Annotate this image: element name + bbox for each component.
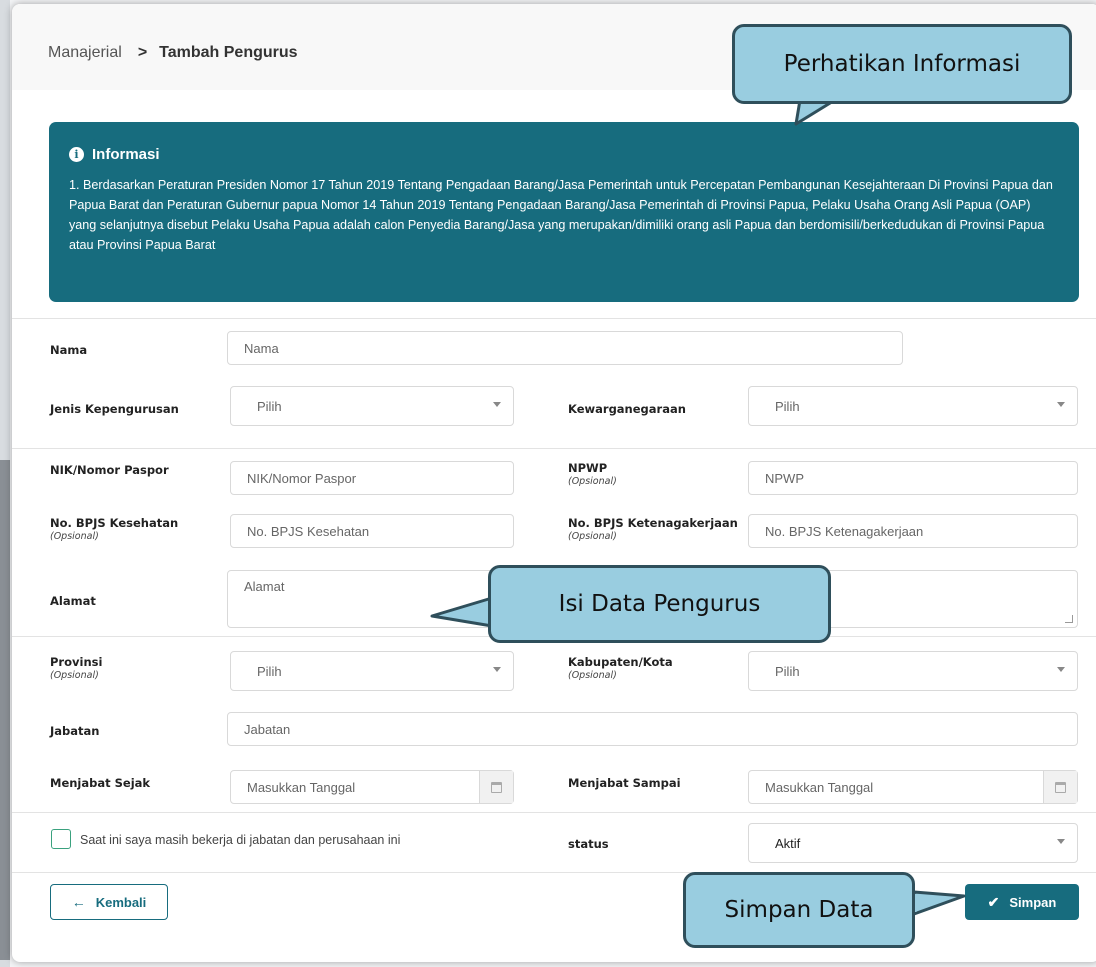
bpjs-tk-label: No. BPJS Ketenagakerjaan (Opsional) bbox=[568, 516, 738, 542]
row-menjabat: Menjabat Sejak Masukkan Tanggal Menjabat… bbox=[12, 756, 1096, 812]
row-provinsi: Provinsi (Opsional) Pilih Kabupaten/Kota… bbox=[12, 636, 1096, 702]
callout-data: Isi Data Pengurus bbox=[488, 565, 831, 643]
npwp-label-text: NPWP bbox=[568, 461, 608, 475]
info-title: Informasi bbox=[92, 146, 160, 163]
sejak-input[interactable]: Masukkan Tanggal bbox=[230, 770, 514, 804]
sidebar-edge-shade bbox=[0, 460, 10, 960]
breadcrumb-parent[interactable]: Manajerial bbox=[48, 44, 122, 62]
kewarganegaraan-select[interactable]: Pilih bbox=[748, 386, 1078, 426]
back-button[interactable]: ← Kembali bbox=[50, 884, 168, 920]
masih-bekerja-checkbox[interactable] bbox=[51, 829, 71, 849]
nama-input[interactable]: Nama bbox=[227, 331, 903, 365]
calendar-icon[interactable] bbox=[1043, 771, 1077, 803]
info-icon: i bbox=[69, 147, 84, 162]
row-jenis: Jenis Kepengurusan Pilih Kewarganegaraan… bbox=[12, 376, 1096, 448]
sejak-placeholder: Masukkan Tanggal bbox=[247, 779, 356, 795]
kabupaten-label-text: Kabupaten/Kota bbox=[568, 655, 673, 669]
jabatan-label: Jabatan bbox=[50, 724, 100, 738]
breadcrumb-separator: > bbox=[137, 44, 148, 61]
provinsi-select[interactable]: Pilih bbox=[230, 651, 514, 691]
kabupaten-label: Kabupaten/Kota (Opsional) bbox=[568, 655, 673, 681]
status-select[interactable]: Aktif bbox=[748, 823, 1078, 863]
calendar-icon[interactable] bbox=[479, 771, 513, 803]
bpjs-tk-optional: (Opsional) bbox=[568, 531, 617, 542]
info-text: 1. Berdasarkan Peraturan Presiden Nomor … bbox=[69, 178, 1053, 252]
bpjs-kes-optional: (Opsional) bbox=[50, 531, 99, 542]
resize-handle[interactable] bbox=[1065, 615, 1073, 623]
sampai-placeholder: Masukkan Tanggal bbox=[765, 779, 874, 795]
nik-label: NIK/Nomor Paspor bbox=[50, 463, 169, 477]
callout-save: Simpan Data bbox=[683, 872, 915, 948]
breadcrumb: Manajerial > Tambah Pengurus bbox=[48, 44, 298, 62]
bpjs-kes-input[interactable]: No. BPJS Kesehatan bbox=[230, 514, 514, 548]
alamat-placeholder: Alamat bbox=[244, 579, 285, 594]
nama-label: Nama bbox=[50, 343, 88, 357]
row-jabatan: Jabatan Jabatan bbox=[12, 702, 1096, 756]
row-bpjs: No. BPJS Kesehatan (Opsional) No. BPJS K… bbox=[12, 504, 1096, 560]
status-label: status bbox=[568, 837, 609, 851]
sidebar-edge bbox=[0, 0, 10, 967]
sejak-label: Menjabat Sejak bbox=[50, 776, 151, 790]
callout-save-tail bbox=[911, 890, 966, 916]
bpjs-kes-label: No. BPJS Kesehatan (Opsional) bbox=[50, 516, 178, 542]
npwp-label: NPWP (Opsional) bbox=[568, 461, 617, 487]
provinsi-optional: (Opsional) bbox=[50, 670, 99, 681]
save-label: Simpan bbox=[1009, 894, 1057, 910]
row-nik: NIK/Nomor Paspor NIK/Nomor Paspor NPWP (… bbox=[12, 448, 1096, 504]
back-label: Kembali bbox=[95, 894, 147, 910]
info-panel: i Informasi 1. Berdasarkan Peraturan Pre… bbox=[49, 122, 1079, 302]
bpjs-kes-label-text: No. BPJS Kesehatan bbox=[50, 516, 179, 530]
form-card: Manajerial > Tambah Pengurus i Informasi… bbox=[12, 4, 1096, 962]
bpjs-tk-label-text: No. BPJS Ketenagakerjaan bbox=[568, 516, 738, 530]
kewarganegaraan-label: Kewarganegaraan bbox=[568, 402, 686, 416]
footer-divider bbox=[12, 872, 1096, 873]
sampai-input[interactable]: Masukkan Tanggal bbox=[748, 770, 1078, 804]
bpjs-tk-input[interactable]: No. BPJS Ketenagakerjaan bbox=[748, 514, 1078, 548]
provinsi-label: Provinsi (Opsional) bbox=[50, 655, 102, 681]
jabatan-input[interactable]: Jabatan bbox=[227, 712, 1078, 746]
jenis-select[interactable]: Pilih bbox=[230, 386, 514, 426]
calendar-glyph bbox=[491, 781, 502, 793]
kabupaten-select[interactable]: Pilih bbox=[748, 651, 1078, 691]
provinsi-label-text: Provinsi bbox=[50, 655, 103, 669]
masih-bekerja-label: Saat ini saya masih bekerja di jabatan d… bbox=[80, 833, 401, 847]
callout-info-tail bbox=[794, 97, 837, 126]
row-status: Saat ini saya masih bekerja di jabatan d… bbox=[12, 812, 1096, 872]
npwp-input[interactable]: NPWP bbox=[748, 461, 1078, 495]
calendar-glyph bbox=[1055, 781, 1066, 793]
breadcrumb-current: Tambah Pengurus bbox=[159, 44, 298, 61]
arrow-left-icon: ← bbox=[71, 894, 86, 910]
nik-input[interactable]: NIK/Nomor Paspor bbox=[230, 461, 514, 495]
alamat-label: Alamat bbox=[50, 594, 96, 608]
info-title-row: i Informasi bbox=[69, 146, 1059, 163]
jenis-label: Jenis Kepengurusan bbox=[50, 402, 179, 416]
sampai-label: Menjabat Sampai bbox=[568, 776, 681, 790]
kabupaten-optional: (Opsional) bbox=[568, 670, 617, 681]
callout-info: Perhatikan Informasi bbox=[732, 24, 1072, 104]
row-nama: Nama Nama bbox=[12, 318, 1096, 376]
npwp-optional: (Opsional) bbox=[568, 476, 617, 487]
